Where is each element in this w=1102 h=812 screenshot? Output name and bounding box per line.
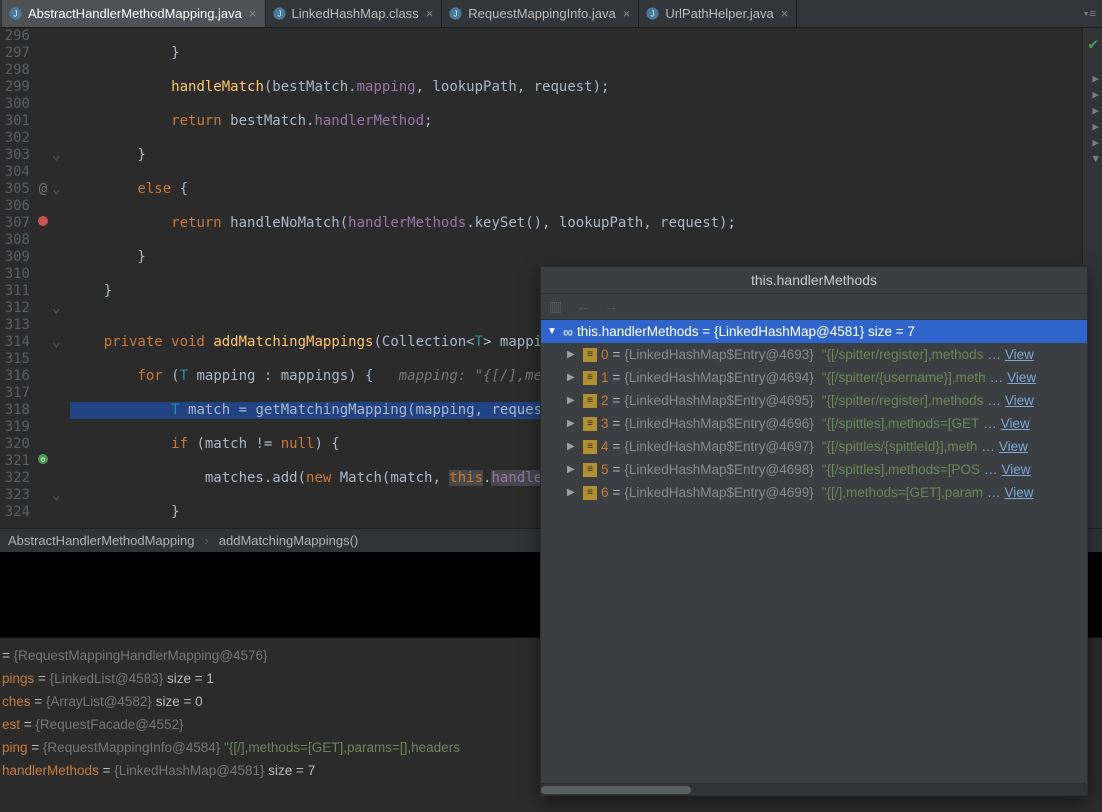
view-link[interactable]: View bbox=[1007, 370, 1036, 385]
inspection-ok-icon: ✔ bbox=[1088, 34, 1098, 53]
java-file-icon: J bbox=[8, 6, 23, 21]
popup-toolbar: ▥ ← → bbox=[541, 294, 1087, 320]
map-entry-icon: ≡ bbox=[583, 440, 597, 454]
tab-label: UrlPathHelper.java bbox=[665, 6, 773, 21]
expand-icon[interactable]: ▶ bbox=[567, 372, 579, 383]
close-icon[interactable]: × bbox=[247, 6, 257, 21]
editor-tab-bar: J AbstractHandlerMethodMapping.java × J … bbox=[0, 0, 1102, 28]
java-file-icon: J bbox=[448, 6, 463, 21]
close-icon[interactable]: × bbox=[424, 6, 434, 21]
close-icon[interactable]: × bbox=[621, 6, 631, 21]
tab-label: LinkedHashMap.class bbox=[292, 6, 419, 21]
expand-icon[interactable]: ▶ bbox=[567, 464, 579, 475]
map-entry-icon: ≡ bbox=[583, 417, 597, 431]
debug-evaluate-popup: this.handlerMethods ▥ ← → ▼ ∞ this.handl… bbox=[540, 266, 1088, 796]
fold-gutter[interactable]: ⌄ ⌄ ⌄⌄ ⌄ bbox=[52, 28, 66, 528]
close-icon[interactable]: × bbox=[779, 6, 789, 21]
nav-arrow-icon[interactable]: ▶ bbox=[1092, 120, 1099, 133]
nav-arrow-down-icon[interactable]: ▼ bbox=[1092, 152, 1099, 165]
chevron-right-icon: › bbox=[204, 533, 208, 548]
java-file-icon: J bbox=[645, 6, 660, 21]
expand-icon[interactable]: ▼ bbox=[547, 326, 559, 337]
expand-icon[interactable]: ▶ bbox=[567, 441, 579, 452]
tree-entry-row[interactable]: ▶ ≡ 5 = {LinkedHashMap$Entry@4698} "{[/s… bbox=[541, 458, 1087, 481]
view-link[interactable]: View bbox=[1002, 462, 1031, 477]
svg-text:J: J bbox=[651, 8, 655, 18]
forward-icon[interactable]: → bbox=[604, 298, 618, 315]
map-entry-icon: ≡ bbox=[583, 486, 597, 500]
java-class-icon: J bbox=[272, 6, 287, 21]
nav-arrow-icon[interactable]: ▶ bbox=[1092, 88, 1099, 101]
back-icon[interactable]: ← bbox=[576, 298, 590, 315]
map-entry-icon: ≡ bbox=[583, 463, 597, 477]
expand-icon[interactable]: ▶ bbox=[567, 349, 579, 360]
breakpoint-icon[interactable] bbox=[34, 215, 52, 232]
popup-title: this.handlerMethods bbox=[541, 267, 1087, 294]
breadcrumb-method[interactable]: addMatchingMappings() bbox=[219, 533, 358, 548]
expand-icon[interactable]: ▶ bbox=[567, 395, 579, 406]
svg-text:o: o bbox=[41, 455, 46, 464]
scrollbar-thumb[interactable] bbox=[541, 786, 691, 794]
popup-tree[interactable]: ▼ ∞ this.handlerMethods = {LinkedHashMap… bbox=[541, 320, 1087, 783]
tree-entry-row[interactable]: ▶ ≡ 4 = {LinkedHashMap$Entry@4697} "{[/s… bbox=[541, 435, 1087, 458]
tree-entry-row[interactable]: ▶ ≡ 2 = {LinkedHashMap$Entry@4695} "{[/s… bbox=[541, 389, 1087, 412]
map-entry-icon: ≡ bbox=[583, 348, 597, 362]
tab-label: AbstractHandlerMethodMapping.java bbox=[28, 6, 242, 21]
tab-linkedhashmap[interactable]: J LinkedHashMap.class × bbox=[266, 0, 443, 27]
expand-icon[interactable]: ▶ bbox=[567, 487, 579, 498]
breadcrumb-class[interactable]: AbstractHandlerMethodMapping bbox=[8, 533, 194, 548]
view-link[interactable]: View bbox=[1005, 393, 1034, 408]
override-icon[interactable]: o bbox=[34, 453, 52, 470]
nav-arrow-icon[interactable]: ▶ bbox=[1092, 104, 1099, 117]
view-link[interactable]: View bbox=[1005, 485, 1034, 500]
view-link[interactable]: View bbox=[999, 439, 1028, 454]
tree-entry-row[interactable]: ▶ ≡ 3 = {LinkedHashMap$Entry@4696} "{[/s… bbox=[541, 412, 1087, 435]
tree-entry-row[interactable]: ▶ ≡ 0 = {LinkedHashMap$Entry@4693} "{[/s… bbox=[541, 343, 1087, 366]
marker-gutter[interactable]: @ o bbox=[34, 28, 52, 528]
tab-abstracthandlermethodmapping[interactable]: J AbstractHandlerMethodMapping.java × bbox=[2, 0, 266, 27]
tree-entry-row[interactable]: ▶ ≡ 1 = {LinkedHashMap$Entry@4694} "{[/s… bbox=[541, 366, 1087, 389]
svg-text:J: J bbox=[13, 8, 17, 18]
map-entry-icon: ≡ bbox=[583, 371, 597, 385]
tree-root-row[interactable]: ▼ ∞ this.handlerMethods = {LinkedHashMap… bbox=[541, 320, 1087, 343]
popup-horizontal-scrollbar[interactable] bbox=[541, 783, 1087, 795]
tab-label: RequestMappingInfo.java bbox=[468, 6, 615, 21]
nav-arrow-icon[interactable]: ▶ bbox=[1092, 72, 1099, 85]
history-icon[interactable]: ▥ bbox=[549, 298, 562, 315]
svg-text:J: J bbox=[454, 8, 458, 18]
map-entry-icon: ≡ bbox=[583, 394, 597, 408]
nav-arrow-icon[interactable]: ▶ bbox=[1092, 136, 1099, 149]
tab-requestmappinginfo[interactable]: J RequestMappingInfo.java × bbox=[442, 0, 639, 27]
view-link[interactable]: View bbox=[1001, 416, 1030, 431]
view-link[interactable]: View bbox=[1005, 347, 1034, 362]
infinity-icon: ∞ bbox=[563, 324, 573, 340]
tab-urlpathhelper[interactable]: J UrlPathHelper.java × bbox=[639, 0, 797, 27]
svg-text:J: J bbox=[277, 8, 281, 18]
expand-icon[interactable]: ▶ bbox=[567, 418, 579, 429]
tree-entry-row[interactable]: ▶ ≡ 6 = {LinkedHashMap$Entry@4699} "{[/]… bbox=[541, 481, 1087, 504]
line-number-gutter: 296297298299 300301302303 304305306307 3… bbox=[0, 28, 34, 528]
tab-overflow-icon[interactable]: ▾≡ bbox=[1083, 0, 1102, 27]
